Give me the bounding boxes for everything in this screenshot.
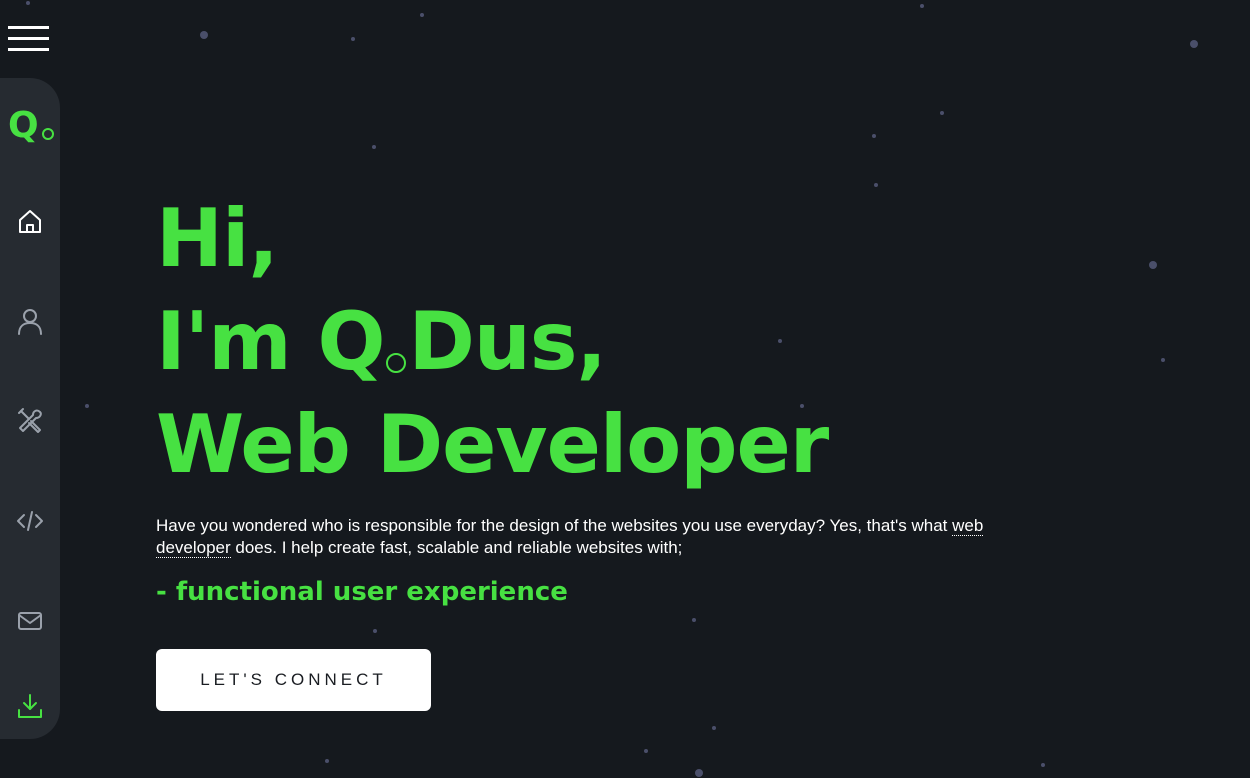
user-icon	[18, 309, 42, 335]
hero-name-prefix: I'm Q	[156, 295, 385, 388]
hamburger-menu-icon[interactable]	[8, 24, 49, 54]
home-icon	[19, 210, 41, 233]
logo-circle	[42, 128, 54, 140]
code-icon	[17, 511, 43, 531]
logo-letter: Q	[8, 105, 39, 146]
hero-name-suffix: Dus,	[408, 295, 606, 388]
intro-paragraph: Have you wondered who is responsible for…	[156, 515, 1056, 559]
mail-icon	[18, 612, 42, 630]
nav-contact[interactable]	[14, 605, 46, 637]
nav-download[interactable]	[14, 690, 46, 722]
nav-projects[interactable]	[14, 505, 46, 537]
download-icon	[18, 694, 42, 718]
name-circle-icon	[386, 353, 407, 373]
nav-skills[interactable]	[14, 405, 46, 437]
nav-home[interactable]	[14, 205, 46, 237]
lets-connect-button[interactable]: LET'S CONNECT	[156, 649, 431, 711]
logo[interactable]: Q	[8, 106, 54, 146]
hero-name-line: I'm Q Dus,	[156, 290, 828, 393]
tools-icon	[18, 408, 42, 433]
hero-role: Web Developer	[156, 398, 829, 491]
feature-text: - functional user experience	[156, 577, 568, 607]
intro-text-before: Have you wondered who is responsible for…	[156, 516, 953, 535]
hero-greeting: Hi,	[156, 192, 279, 285]
hero-heading: Hi, I'm Q Dus, Web Developer	[156, 187, 829, 496]
nav-about[interactable]	[14, 305, 46, 337]
intro-text-after: does. I help create fast, scalable and r…	[230, 538, 683, 557]
